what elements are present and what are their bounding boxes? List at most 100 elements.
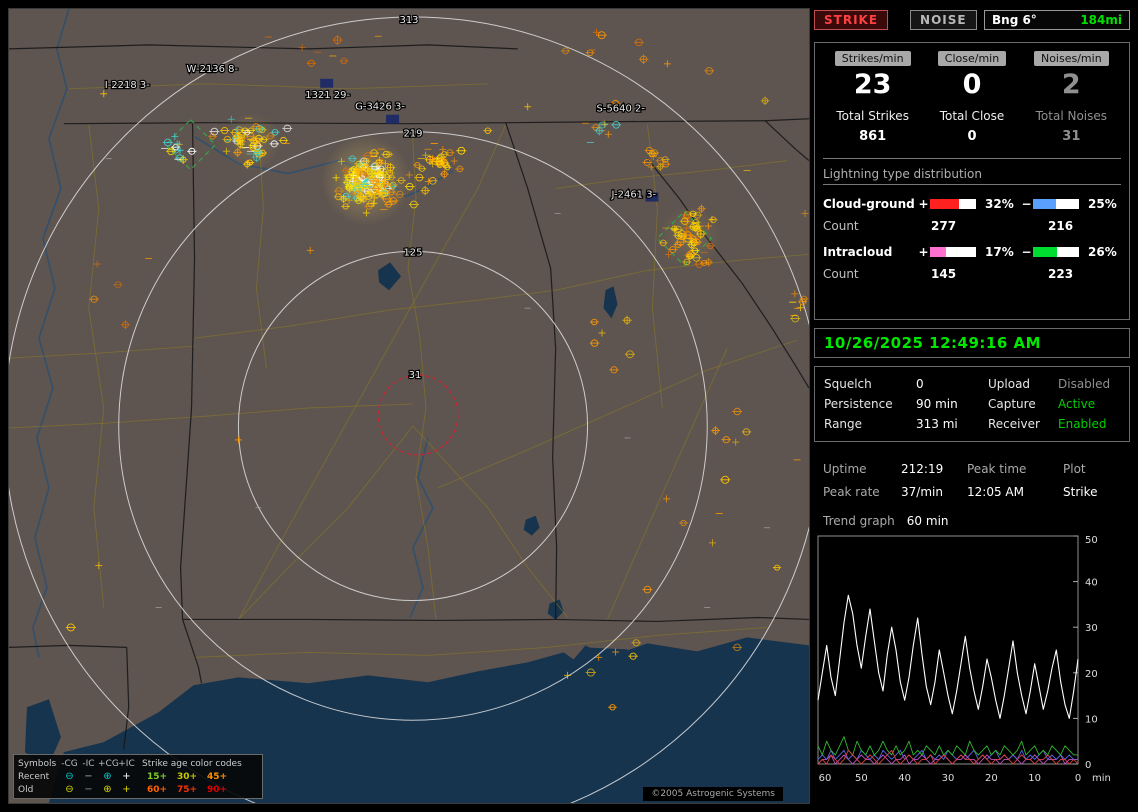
strike-mode-button[interactable]: STRIKE [814,10,888,30]
svg-text:0: 0 [1075,773,1081,784]
legend-header-row: Symbols -CG -IC +CG +IC Strike age color… [18,757,258,770]
age-75: 75+ [172,785,202,795]
ic-plus-pct: 17% [980,245,1020,259]
total-close-label: Total Close [922,104,1021,128]
svg-text:W-2136 8-: W-2136 8- [187,64,239,75]
cloud-ground-label: Cloud-ground [823,197,917,211]
rate-values-row: 23 0 2 [823,66,1121,104]
age-45: 45+ [202,772,232,782]
bearing-range-display[interactable]: Bng 6° 184mi [984,10,1130,30]
session-panel: Uptime 212:19 Peak time Plot Peak rate 3… [814,458,1130,504]
bearing-readout: Bng 6° [992,13,1037,27]
legend-col-neg-ic: -IC [79,759,98,769]
svg-text:G-3426 3-: G-3426 3- [355,102,405,113]
range-readout: 184mi [1080,13,1122,27]
trend-window-value: 60 min [907,514,949,528]
age-15: 15+ [142,772,172,782]
trend-graph-label: Trend graph [823,514,895,528]
plus-sign: + [917,245,930,259]
minus-sign: − [1020,197,1033,211]
intracloud-count-row: Count 145 223 [823,262,1121,286]
strikes-per-min-badge: Strikes/min [835,51,911,66]
range-value: 313 mi [916,414,988,434]
strikes-per-min-value: 23 [823,66,922,104]
legend-col-pos-ic: +IC [117,759,136,769]
trend-graph-canvas: 504030201006050403020100min [816,534,1122,788]
uptime-label: Uptime [823,458,901,481]
svg-text:30: 30 [1085,623,1098,634]
plot-value: Strike [1063,481,1121,504]
stats-panel: Strikes/min Close/min Noises/min 23 0 2 … [814,42,1130,320]
noises-per-min-badge: Noises/min [1034,51,1109,66]
plus-sign: + [917,197,930,211]
svg-text:J-2461 3-: J-2461 3- [610,190,656,201]
peak-rate-label: Peak rate [823,481,901,504]
svg-text:50: 50 [1085,535,1098,546]
age-90: 90+ [202,785,232,795]
map-legend: Symbols -CG -IC +CG +IC Strike age color… [13,754,263,799]
uptime-value: 212:19 [901,458,967,481]
legend-old-row: Old ⊖ − ⊕ + 60+ 75+ 90+ [18,783,258,796]
svg-text:50: 50 [855,773,868,784]
legend-col-pos-cg: +CG [98,759,117,769]
legend-age-title: Strike age color codes [136,759,258,769]
capture-status: Active [1058,394,1120,414]
svg-text:1321 29-: 1321 29- [305,90,350,101]
circle-minus-icon: ⊖ [60,772,79,782]
trend-graph-header: Trend graph 60 min [814,514,1130,528]
cg-minus-bar [1033,199,1079,209]
intracloud-row: Intracloud + 17% − 26% [823,242,1121,262]
svg-text:30: 30 [942,773,955,784]
settings-row: Range 313 mi Receiver Enabled [824,414,1120,434]
persistence-label: Persistence [824,394,916,414]
ic-minus-count: 223 [1034,267,1121,281]
map-canvas[interactable]: 31321912531I-2218 3-W-2136 8-1321 29-G-3… [9,9,809,803]
cg-plus-pct: 32% [980,197,1020,211]
cg-minus-pct: 25% [1083,197,1121,211]
squelch-label: Squelch [824,374,916,394]
plus-icon: + [117,772,136,782]
noises-per-min-value: 2 [1022,66,1121,104]
svg-text:40: 40 [898,773,911,784]
circle-plus-icon: ⊕ [98,772,117,782]
svg-text:min: min [1092,773,1111,784]
total-strikes-label: Total Strikes [823,104,922,128]
circle-plus-icon: ⊕ [98,785,117,795]
session-row: Peak rate 37/min 12:05 AM Strike [823,481,1121,504]
total-strikes-value: 861 [823,128,922,146]
session-row: Uptime 212:19 Peak time Plot [823,458,1121,481]
noise-mode-button[interactable]: NOISE [910,10,977,30]
copyright-notice: ©2005 Astrogenic Systems [643,787,783,801]
peak-time-label: Peak time [967,458,1063,481]
close-per-min-value: 0 [922,66,1021,104]
minus-icon: − [79,772,98,782]
distribution-title: Lightning type distribution [823,167,1121,185]
settings-row: Persistence 90 min Capture Active [824,394,1120,414]
svg-text:60: 60 [819,773,832,784]
plus-icon: + [117,785,136,795]
upload-status: Disabled [1058,374,1120,394]
receiver-status: Enabled [1058,414,1120,434]
svg-text:31: 31 [409,370,422,381]
legend-symbols-title: Symbols [18,759,60,769]
svg-text:10: 10 [1085,714,1098,725]
persistence-value: 90 min [916,394,988,414]
sidebar: STRIKE NOISE Bng 6° 184mi Strikes/min Cl… [814,8,1130,804]
capture-label: Capture [988,394,1058,414]
count-label: Count [823,267,917,281]
ic-plus-count: 145 [917,267,1034,281]
svg-text:20: 20 [1085,669,1098,680]
trend-graph-panel: 504030201006050403020100min [814,534,1130,791]
svg-text:40: 40 [1085,578,1098,589]
map-panel: 31321912531I-2218 3-W-2136 8-1321 29-G-3… [8,8,810,804]
settings-panel: Squelch 0 Upload Disabled Persistence 90… [814,366,1130,442]
mode-toolbar: STRIKE NOISE Bng 6° 184mi [814,8,1130,32]
legend-recent-row: Recent ⊖ − ⊕ + 15+ 30+ 45+ [18,770,258,783]
cg-plus-bar [930,199,976,209]
minus-sign: − [1020,245,1033,259]
peak-time-value: 12:05 AM [967,481,1063,504]
legend-col-neg-cg: -CG [60,759,79,769]
age-60: 60+ [142,785,172,795]
svg-text:10: 10 [1028,773,1041,784]
close-per-min-badge: Close/min [938,51,1006,66]
